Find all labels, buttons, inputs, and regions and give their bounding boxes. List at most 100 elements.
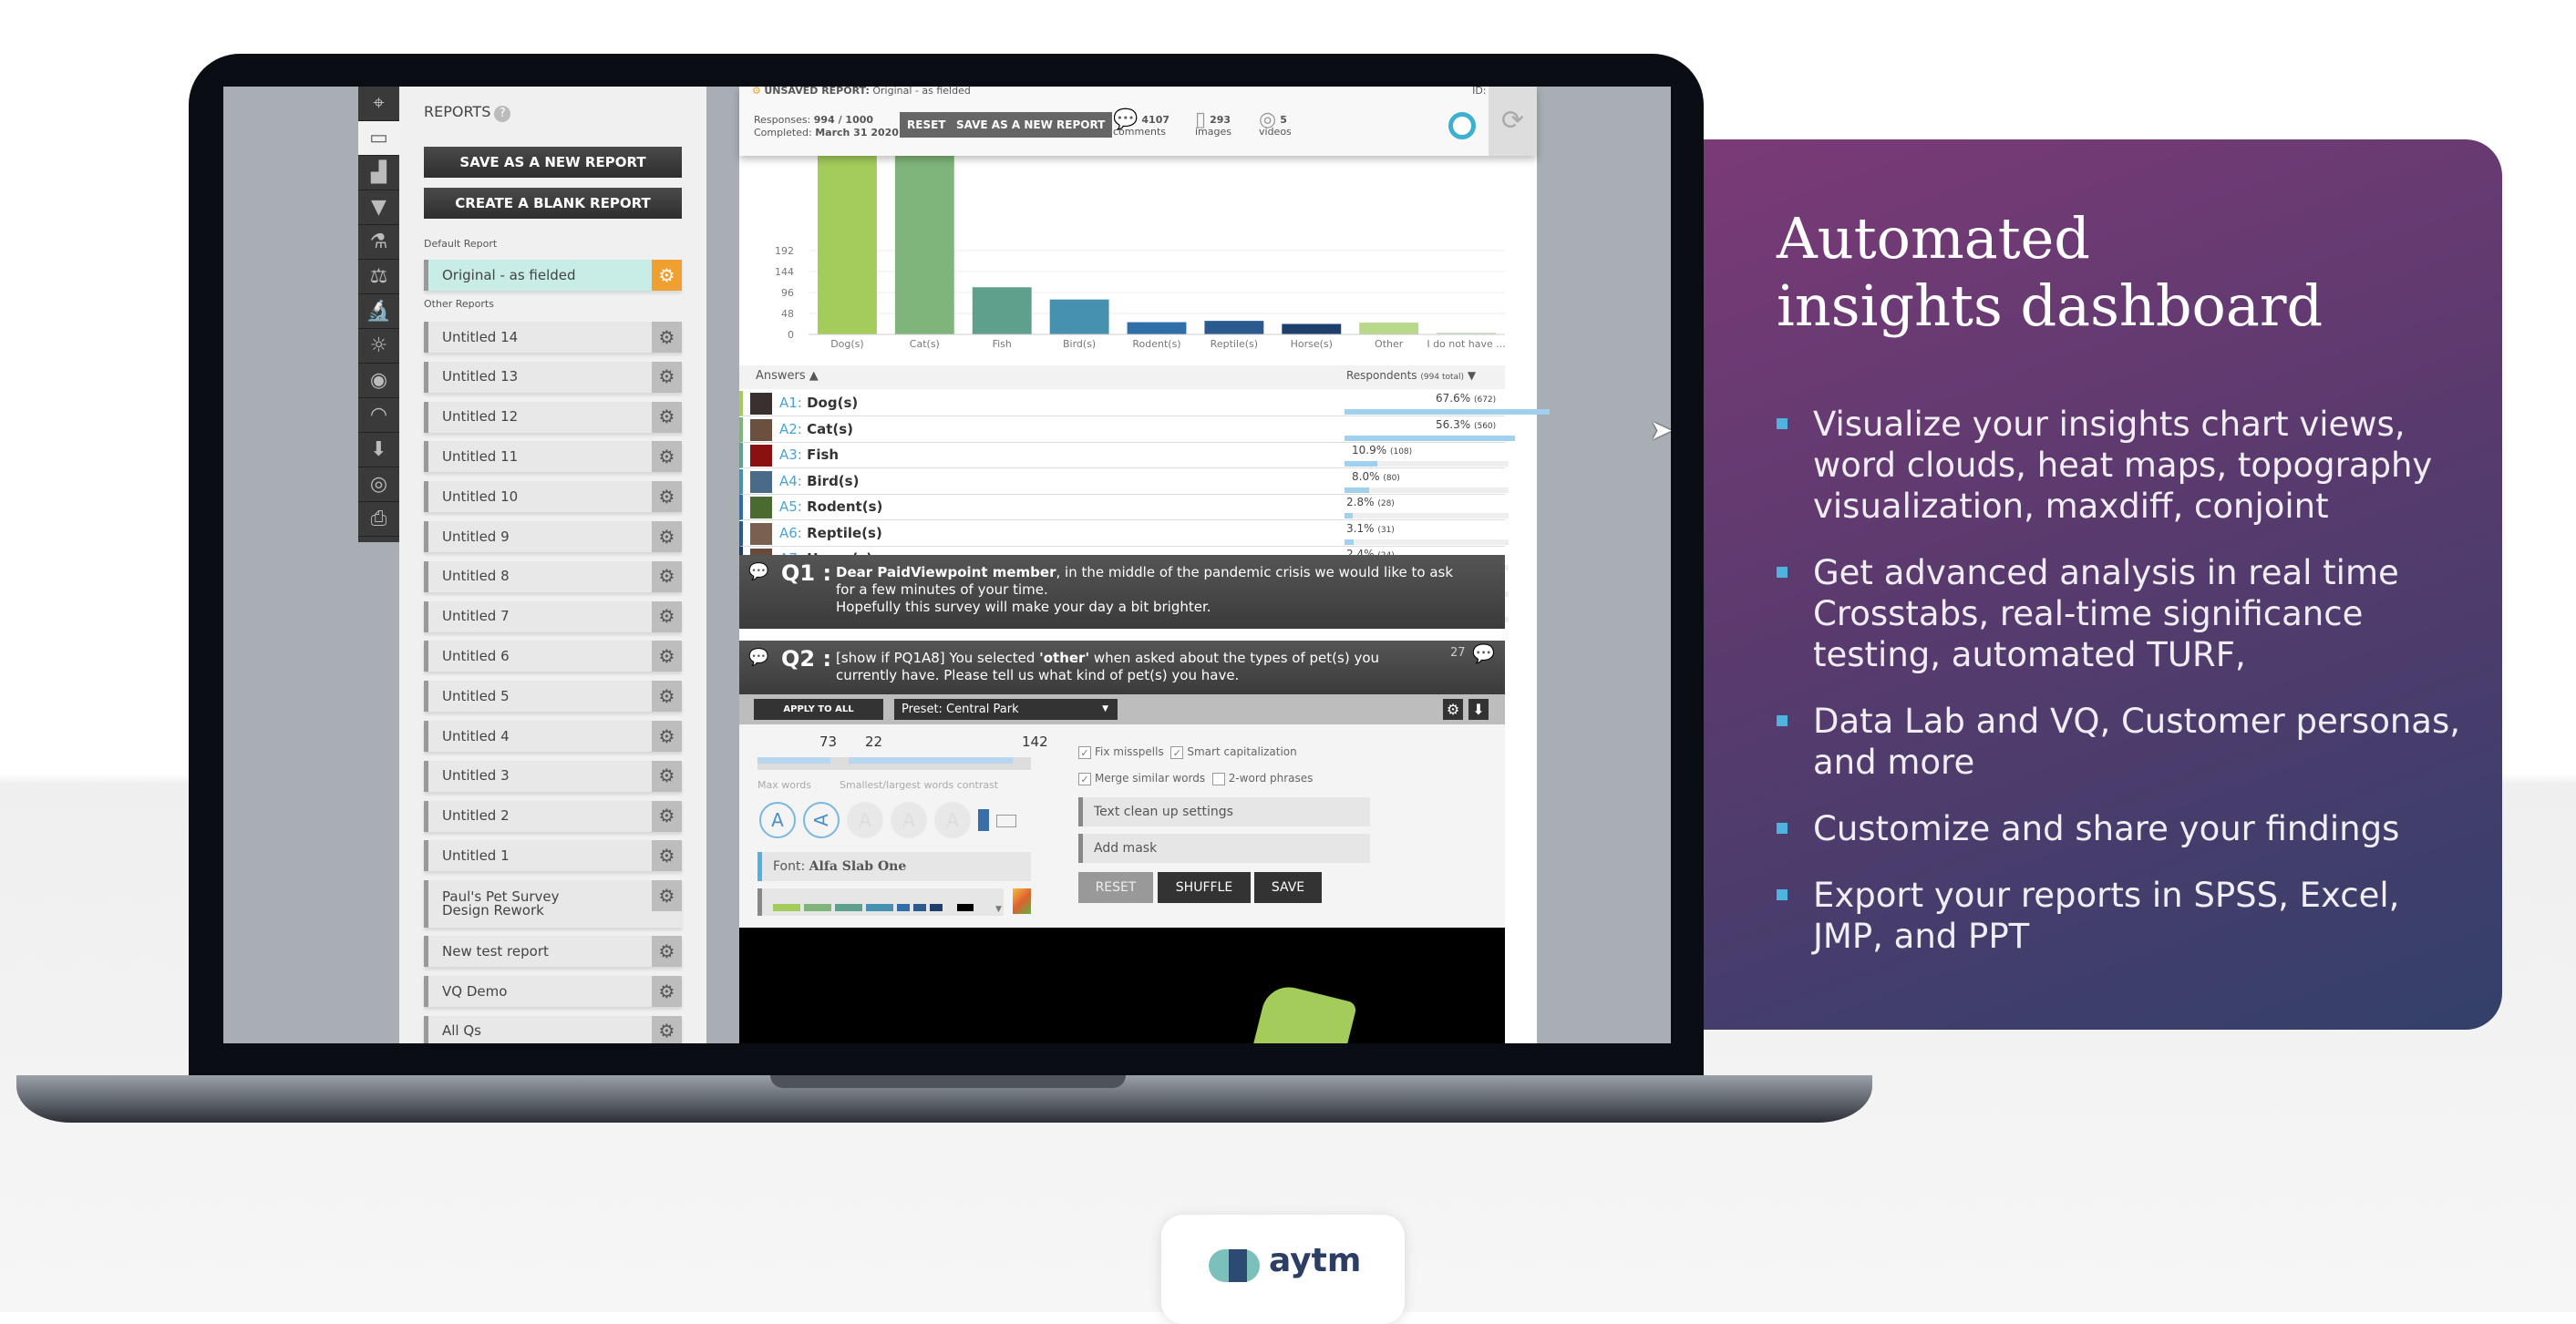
save-wordcloud-button[interactable]: SAVE (1254, 872, 1322, 903)
orientation-option-icon[interactable]: A (847, 802, 883, 838)
eyedropper-icon[interactable] (1013, 888, 1031, 914)
add-mask-dropdown[interactable]: Add mask (1078, 834, 1370, 863)
printer-icon[interactable]: ⎙ (358, 502, 399, 537)
gear-icon[interactable]: ⚙ (652, 976, 682, 1007)
report-item[interactable]: Untitled 14 ⚙ (424, 322, 682, 353)
answers-column-header[interactable]: Answers ▲ (756, 369, 819, 383)
flask-icon[interactable]: ⚗ (358, 225, 399, 260)
report-item[interactable]: Untitled 12 ⚙ (424, 401, 682, 433)
target-icon[interactable]: ◎ (358, 467, 399, 502)
smart-capitalization-checkbox[interactable]: ✓ (1170, 745, 1184, 759)
rainbow-icon[interactable]: ◠ (358, 398, 399, 433)
report-item[interactable]: Untitled 2 ⚙ (424, 800, 682, 832)
report-item[interactable]: Untitled 13 ⚙ (424, 361, 682, 393)
apply-all-wordclouds-button[interactable]: APPLY TO ALL WORDCLOUDS (754, 699, 883, 735)
report-item[interactable]: Untitled 8 ⚙ (424, 560, 682, 592)
gear-icon[interactable]: ⚙ (652, 361, 682, 393)
shuffle-button[interactable]: SHUFFLE (1158, 872, 1251, 903)
filter-icon[interactable]: ▼ (358, 190, 399, 225)
color-palette-dropdown[interactable]: ▼ (757, 888, 1004, 916)
gear-icon[interactable]: ⚙ (652, 600, 682, 632)
table-row[interactable]: A6: Reptile(s) 3.1% (31) (739, 520, 1509, 547)
merge-similar-checkbox[interactable]: ✓ (1078, 772, 1091, 785)
gear-icon[interactable]: ⚙ (652, 322, 682, 353)
comment-icon[interactable]: 💬 (1472, 642, 1495, 664)
save-new-report-header-button[interactable]: SAVE AS A NEW REPORT (949, 112, 1113, 138)
bar-bird-s-[interactable] (1049, 299, 1109, 334)
text-cleanup-dropdown[interactable]: Text clean up settings (1078, 797, 1370, 826)
videos-count[interactable]: ◎ 5 videos (1259, 110, 1292, 139)
presentation-icon[interactable]: ▭ (358, 121, 399, 156)
images-count[interactable]: ▯ 293 images (1195, 110, 1231, 139)
bar-chart-icon[interactable]: ▟ (358, 156, 399, 190)
table-row[interactable]: A3: Fish 10.9% (108) (739, 443, 1509, 468)
gear-icon[interactable]: ⚙ (652, 840, 682, 872)
microscope-icon[interactable]: 🔬 (358, 294, 399, 329)
settings-gear-icon[interactable]: ⚙ (1443, 699, 1463, 720)
gear-icon[interactable]: ⚙ (652, 521, 682, 552)
bar-fish[interactable] (972, 287, 1032, 334)
gear-icon[interactable]: ⚙ (652, 760, 682, 792)
gear-icon[interactable]: ⚙ (652, 721, 682, 752)
report-item[interactable]: VQ Demo ⚙ (424, 976, 682, 1007)
reset-wordcloud-button[interactable]: RESET (1078, 872, 1153, 903)
comments-count[interactable]: 💬 4107 comments (1113, 110, 1170, 139)
orientation-rotated-icon[interactable]: A (803, 802, 840, 838)
help-icon[interactable]: ? (494, 106, 511, 122)
gear-icon[interactable]: ⚙ (652, 641, 682, 672)
report-item[interactable]: All Qs ⚙ (424, 1015, 682, 1043)
download-icon[interactable]: ⬇ (358, 433, 399, 467)
table-row[interactable]: A1: Dog(s) 67.6% (672) (739, 391, 1551, 416)
report-item[interactable]: Untitled 7 ⚙ (424, 600, 682, 632)
report-item[interactable]: Untitled 10 ⚙ (424, 481, 682, 513)
gear-icon[interactable]: ⚙ (652, 260, 682, 291)
table-row[interactable]: A4: Bird(s) 8.0% (80) (739, 468, 1509, 495)
gear-icon[interactable]: ⚙ (652, 560, 682, 592)
orientation-option-icon[interactable]: A (891, 802, 927, 838)
report-item[interactable]: New test report ⚙ (424, 936, 682, 968)
globe-icon[interactable]: ◉ (358, 364, 399, 398)
gear-icon[interactable]: ⚙ (652, 1015, 682, 1043)
gear-icon[interactable]: ⚙ (652, 936, 682, 968)
bar-other[interactable] (1359, 323, 1419, 334)
report-item[interactable]: Untitled 9 ⚙ (424, 521, 682, 552)
table-row[interactable]: A5: Rodent(s) 2.8% (28) (739, 495, 1509, 520)
report-item[interactable]: Untitled 1 ⚙ (424, 840, 682, 872)
create-blank-report-button[interactable]: CREATE A BLANK REPORT (424, 188, 682, 219)
bar-reptile-s-[interactable] (1204, 321, 1264, 334)
sun-icon[interactable]: ☼ (358, 329, 399, 364)
orientation-horizontal-icon[interactable]: A (759, 802, 796, 838)
gear-icon[interactable]: ⚙ (652, 681, 682, 713)
gear-icon[interactable]: ⚙ (652, 880, 682, 912)
crosshair-icon[interactable]: ⌖ (358, 87, 399, 121)
refresh-icon[interactable]: ⟳ (1489, 87, 1537, 156)
gear-icon[interactable]: ⚙ (652, 481, 682, 513)
gear-icon[interactable]: ⚙ (652, 441, 682, 473)
save-new-report-button[interactable]: SAVE AS A NEW REPORT (424, 147, 682, 178)
report-item[interactable]: Untitled 3 ⚙ (424, 760, 682, 792)
gear-icon[interactable]: ⚙ (652, 800, 682, 832)
comment-count[interactable]: 27 (1450, 646, 1466, 660)
two-word-phrases-checkbox[interactable] (1211, 772, 1225, 785)
report-item[interactable]: Untitled 6 ⚙ (424, 641, 682, 672)
gear-icon[interactable]: ⚙ (652, 401, 682, 433)
bar-rodent-s-[interactable] (1127, 322, 1187, 334)
report-item[interactable]: Paul's Pet Survey Design Rework ⚙ (424, 880, 682, 929)
bar-horse-s-[interactable] (1282, 323, 1342, 335)
report-item[interactable]: Untitled 11 ⚙ (424, 441, 682, 473)
fix-misspells-checkbox[interactable]: ✓ (1078, 745, 1091, 759)
download-icon[interactable]: ⬇ (1468, 699, 1489, 720)
orientation-option-icon[interactable]: A (934, 802, 971, 838)
report-item[interactable]: Untitled 4 ⚙ (424, 721, 682, 752)
reset-button[interactable]: RESET (900, 112, 953, 138)
scales-icon[interactable]: ⚖ (358, 260, 399, 294)
horizontal-layout-icon[interactable] (996, 815, 1016, 827)
preset-dropdown[interactable]: Preset: Central Park ▼ (894, 699, 1118, 720)
table-row[interactable]: A2: Cat(s) 56.3% (560) (739, 416, 1516, 443)
report-item[interactable]: Untitled 5 ⚙ (424, 681, 682, 713)
contrast-slider[interactable] (830, 757, 1031, 770)
font-dropdown[interactable]: Font: Alfa Slab One (757, 852, 1031, 881)
respondents-column-header[interactable]: Respondents (994 total) ▼ (1346, 369, 1476, 382)
aytm-logo-icon[interactable] (1448, 112, 1476, 139)
vertical-layout-icon[interactable] (978, 809, 989, 831)
